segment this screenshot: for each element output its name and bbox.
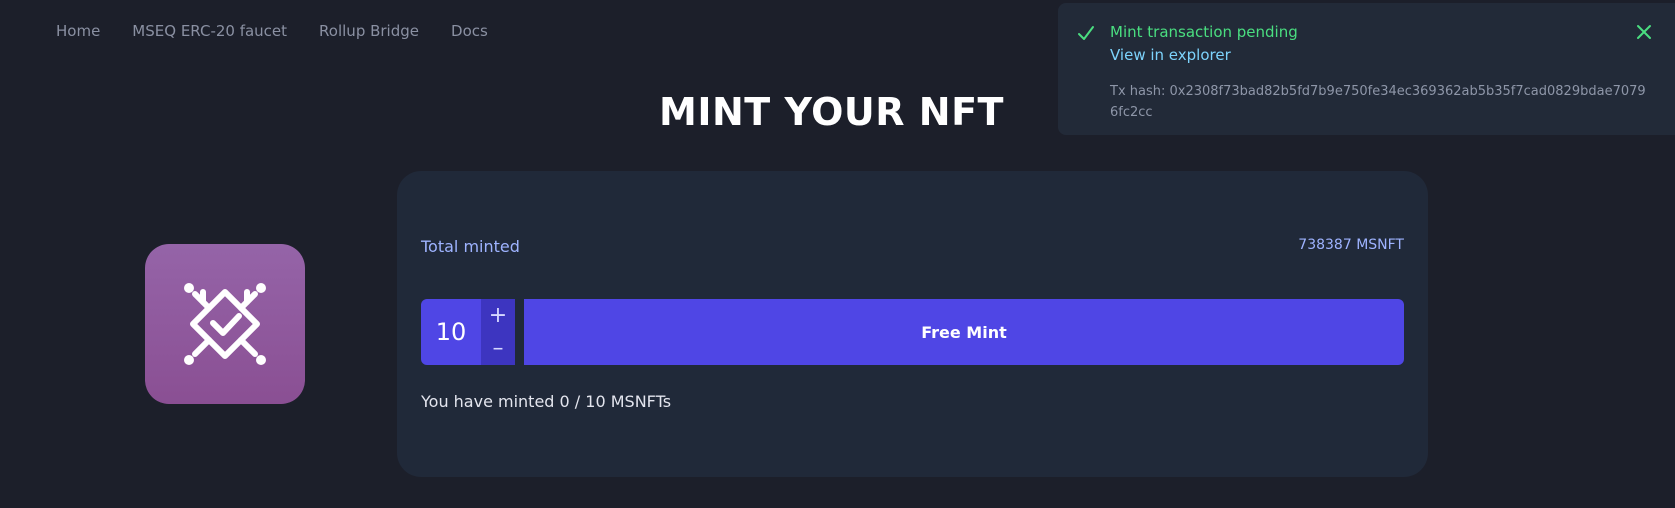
top-nav: Home MSEQ ERC-20 faucet Rollup Bridge Do… [56,22,488,40]
tx-hash-text: Tx hash: 0x2308f73bad82b5fd7b9e750fe34ec… [1110,84,1646,120]
transaction-toast: Mint transaction pending View in explore… [1058,3,1675,135]
quantity-stepper: + – [481,299,515,365]
close-icon[interactable] [1635,23,1653,41]
mint-card: Total minted 738387 MSNFT 10 + – Free Mi… [397,171,1428,477]
view-in-explorer-link[interactable]: View in explorer [1110,46,1231,64]
increment-button[interactable]: + [481,299,515,332]
nav-faucet[interactable]: MSEQ ERC-20 faucet [132,22,287,40]
nav-rollup-bridge[interactable]: Rollup Bridge [319,22,419,40]
minted-status: You have minted 0 / 10 MSNFTs [421,392,672,411]
nav-docs[interactable]: Docs [451,22,488,40]
nav-home[interactable]: Home [56,22,100,40]
decrement-button[interactable]: – [481,332,515,365]
nft-chip-check-icon [184,283,266,365]
nft-logo [145,244,305,404]
toast-title: Mint transaction pending [1110,23,1298,41]
quantity-field[interactable]: 10 [421,299,481,365]
check-icon [1078,26,1094,40]
free-mint-button[interactable]: Free Mint [524,299,1404,365]
total-minted-label: Total minted [421,237,520,256]
total-minted-value: 738387 MSNFT [1298,237,1404,253]
